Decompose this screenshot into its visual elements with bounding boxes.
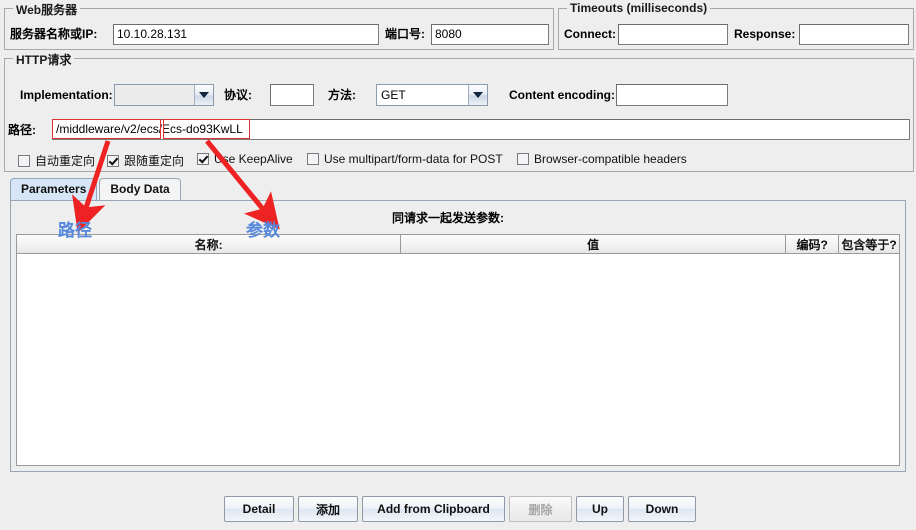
checkbox-label: Use multipart/form-data for POST [324, 152, 503, 166]
checkbox-box-icon [517, 153, 529, 165]
down-button[interactable]: Down [628, 496, 696, 522]
content-encoding-input[interactable] [616, 84, 728, 106]
connect-timeout-input[interactable] [618, 24, 728, 45]
timeouts-panel-title: Timeouts (milliseconds) [567, 1, 711, 15]
connect-timeout-label: Connect: [564, 27, 616, 41]
port-label: 端口号: [385, 27, 425, 41]
column-header-include-equals[interactable]: 包含等于? [839, 235, 899, 253]
parameters-table-header: 名称: 值 编码? 包含等于? [16, 234, 900, 254]
up-button[interactable]: Up [576, 496, 624, 522]
http-request-panel-title: HTTP请求 [13, 51, 75, 68]
path-label: 路径: [8, 123, 36, 137]
parameters-table-body[interactable] [16, 254, 900, 466]
tab-body-data[interactable]: Body Data [99, 178, 181, 200]
checkbox-box-icon [307, 153, 319, 165]
tab-parameters[interactable]: Parameters [10, 178, 98, 200]
server-name-label: 服务器名称或IP: [10, 27, 98, 41]
chevron-down-icon [468, 85, 487, 105]
content-encoding-label: Content encoding: [509, 88, 615, 102]
column-header-value[interactable]: 值 [401, 235, 787, 253]
web-server-panel-title: Web服务器 [13, 1, 81, 18]
implementation-dropdown-value [115, 85, 194, 105]
delete-button: 删除 [509, 496, 572, 522]
column-header-encode[interactable]: 编码? [786, 235, 840, 253]
method-label: 方法: [328, 88, 356, 102]
checkbox-box-checked-icon [107, 154, 119, 167]
add-from-clipboard-button[interactable]: Add from Clipboard [362, 496, 505, 522]
response-timeout-label: Response: [734, 27, 796, 41]
detail-button[interactable]: Detail [224, 496, 294, 522]
protocol-label: 协议: [224, 88, 252, 102]
checkbox-label: 跟随重定向 [124, 154, 185, 168]
implementation-dropdown[interactable] [114, 84, 214, 106]
checkbox-label: Browser-compatible headers [534, 152, 687, 166]
method-dropdown[interactable]: GET [376, 84, 488, 106]
checkbox-use-multipart-form-data[interactable]: Use multipart/form-data for POST [307, 152, 503, 166]
checkbox-use-keepalive[interactable]: Use KeepAlive [197, 152, 293, 166]
server-name-input[interactable]: 10.10.28.131 [113, 24, 379, 45]
checkbox-label: Use KeepAlive [214, 152, 293, 166]
checkbox-auto-redirect[interactable]: 自动重定向 [18, 152, 95, 169]
port-input[interactable]: 8080 [431, 24, 549, 45]
response-timeout-input[interactable] [799, 24, 909, 45]
path-input[interactable]: /middleware/v2/ecs/Ecs-do93KwLL [52, 119, 910, 140]
add-button[interactable]: 添加 [298, 496, 358, 522]
send-parameters-label: 同请求一起发送参数: [392, 211, 504, 225]
checkbox-box-icon [18, 154, 30, 167]
implementation-label: Implementation: [20, 88, 113, 102]
param-annotation-text: 参数 [246, 221, 280, 241]
chevron-down-icon [194, 85, 213, 105]
checkbox-label: 自动重定向 [35, 154, 96, 168]
path-annotation-text: 路径 [58, 221, 92, 241]
protocol-input[interactable] [270, 84, 314, 106]
method-dropdown-value: GET [381, 88, 406, 102]
parameters-tabbar: Parameters Body Data [10, 178, 183, 200]
checkbox-box-checked-icon [197, 153, 209, 165]
checkbox-browser-compatible-headers[interactable]: Browser-compatible headers [517, 152, 687, 166]
checkbox-follow-redirect[interactable]: 跟随重定向 [107, 152, 184, 169]
